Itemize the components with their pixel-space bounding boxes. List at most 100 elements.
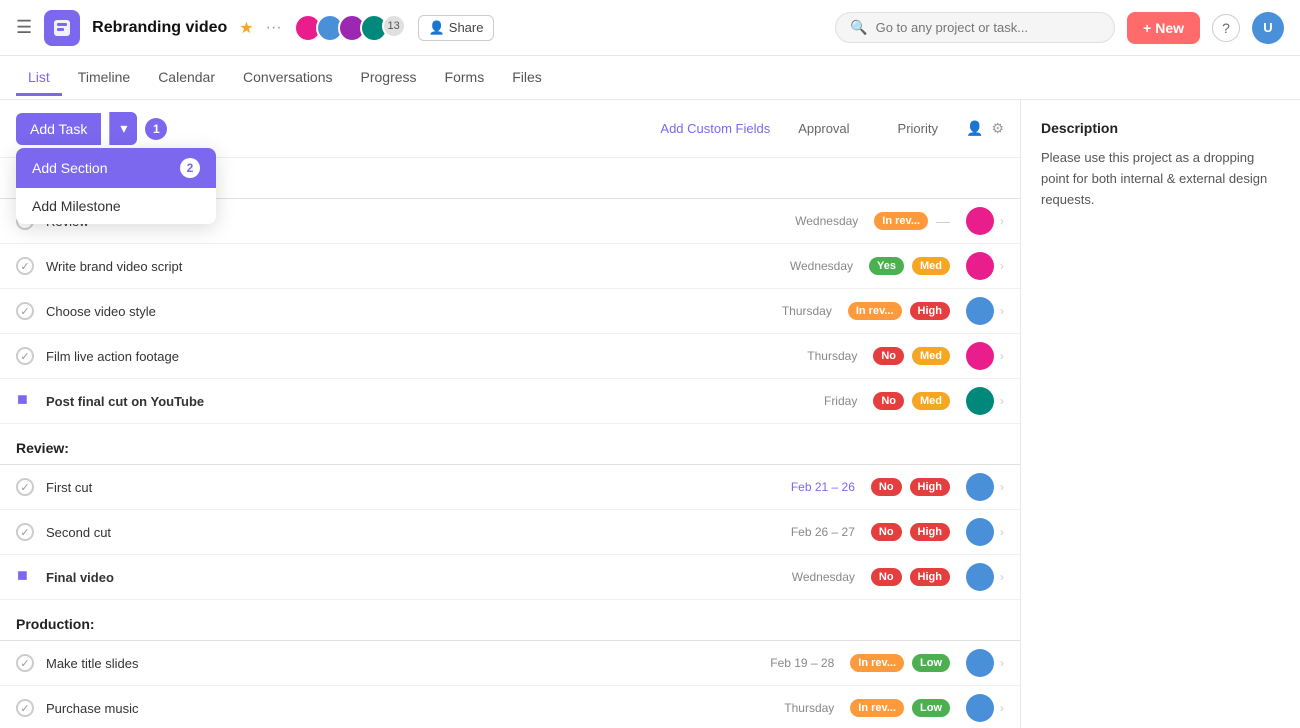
task-date: Wednesday [765,570,855,584]
table-row[interactable]: ✓ First cut Feb 21 – 26 No High › [0,465,1020,510]
avatar [966,649,994,677]
task-area: Add Task ▾ 1 Add Section 2 Add Milestone… [0,100,1020,728]
priority-badge: High [910,523,950,541]
help-button[interactable]: ? [1212,14,1240,42]
task-name: Purchase music [46,701,744,716]
milestone-diamond-icon: ◆ [12,388,39,415]
options-icon[interactable]: ⚙ [991,120,1004,137]
table-row[interactable]: ✓ Make title slides Feb 19 – 28 In rev..… [0,641,1020,686]
col-approval-header: Approval [778,121,869,136]
add-milestone-item[interactable]: Add Milestone [16,188,216,224]
add-task-dropdown-button[interactable]: ▾ [109,112,137,145]
chevron-right-icon[interactable]: › [1000,701,1004,715]
task-date: Feb 21 – 26 [765,480,855,494]
add-section-item[interactable]: Add Section 2 [16,148,216,188]
tab-forms[interactable]: Forms [433,61,497,96]
approval-badge: In rev... [874,212,928,230]
chevron-right-icon[interactable]: › [1000,304,1004,318]
priority-badge: High [910,568,950,586]
avatar [966,342,994,370]
chevron-right-icon[interactable]: › [1000,570,1004,584]
avatar [966,387,994,415]
task-name: Choose video style [46,304,742,319]
task-date: Wednesday [768,214,858,228]
priority-badge: Low [912,699,950,717]
table-row[interactable]: ✓ Choose video style Thursday In rev... … [0,289,1020,334]
table-row[interactable]: ✓ Film live action footage Thursday No M… [0,334,1020,379]
assignee-icon[interactable]: 👤 [966,120,983,137]
avatar [966,694,994,722]
priority-badge: Med [912,257,950,275]
task-check[interactable]: ✓ [16,257,34,275]
task-name: First cut [46,480,765,495]
task-check[interactable]: ✓ [16,523,34,541]
table-row[interactable]: ✓ Second cut Feb 26 – 27 No High › [0,510,1020,555]
task-name: Post final cut on YouTube [46,394,767,409]
chevron-right-icon[interactable]: › [1000,349,1004,363]
add-task-button[interactable]: Add Task [16,113,101,145]
avatar [966,518,994,546]
priority-dash: — [936,213,950,229]
sub-nav: List Timeline Calendar Conversations Pro… [0,56,1300,100]
chevron-right-icon[interactable]: › [1000,480,1004,494]
task-name: Final video [46,570,765,585]
avatar [966,297,994,325]
task-check[interactable]: ✓ [16,302,34,320]
task-date: Thursday [742,304,832,318]
task-name: Write brand video script [46,259,763,274]
task-count-badge: 1 [145,118,167,140]
approval-badge: No [871,523,902,541]
toolbar: Add Task ▾ 1 Add Section 2 Add Milestone… [0,100,1020,158]
task-name: Film live action footage [46,349,767,364]
tab-calendar[interactable]: Calendar [146,61,227,96]
tab-list[interactable]: List [16,61,62,96]
avatar-group: 13 [294,14,406,42]
approval-badge: No [871,478,902,496]
section-production: Production: [0,600,1020,641]
table-row[interactable]: ◆ Post final cut on YouTube Friday No Me… [0,379,1020,424]
share-icon: 👤 [429,20,445,36]
chevron-right-icon[interactable]: › [1000,394,1004,408]
table-row[interactable]: ✓ Purchase music Thursday In rev... Low … [0,686,1020,728]
tab-conversations[interactable]: Conversations [231,61,345,96]
tab-files[interactable]: Files [500,61,554,96]
task-date: Friday [767,394,857,408]
chevron-right-icon[interactable]: › [1000,259,1004,273]
search-input[interactable] [876,20,1101,35]
task-check[interactable]: ✓ [16,699,34,717]
search-icon: 🔍 [850,19,867,36]
approval-badge: No [873,392,904,410]
chevron-right-icon[interactable]: › [1000,656,1004,670]
more-icon[interactable]: ··· [266,19,282,37]
task-date: Feb 19 – 28 [744,656,834,670]
priority-badge: Med [912,347,950,365]
milestone-diamond-icon: ◆ [12,564,39,591]
star-icon[interactable]: ★ [239,18,253,38]
search-bar[interactable]: 🔍 [835,12,1115,43]
tab-timeline[interactable]: Timeline [66,61,142,96]
avatar-count: 13 [382,14,406,38]
table-row[interactable]: ◆ Final video Wednesday No High › [0,555,1020,600]
tab-progress[interactable]: Progress [349,61,429,96]
task-check[interactable]: ✓ [16,654,34,672]
chevron-right-icon[interactable]: › [1000,214,1004,228]
approval-badge: In rev... [848,302,902,320]
task-check[interactable]: ✓ [16,478,34,496]
user-avatar[interactable]: U [1252,12,1284,44]
table-row[interactable]: ✓ Write brand video script Wednesday Yes… [0,244,1020,289]
priority-badge: High [910,478,950,496]
add-custom-fields-link[interactable]: Add Custom Fields [660,121,770,136]
avatar [966,473,994,501]
approval-badge: Yes [869,257,904,275]
menu-icon[interactable]: ☰ [16,17,32,38]
project-title: Rebranding video [92,19,227,37]
new-button[interactable]: + New [1127,12,1200,44]
col-priority-header: Priority [878,121,958,136]
chevron-right-icon[interactable]: › [1000,525,1004,539]
task-check[interactable]: ✓ [16,347,34,365]
share-button[interactable]: 👤 Share [418,15,495,41]
app-logo [44,10,80,46]
avatar [966,252,994,280]
task-name: Make title slides [46,656,744,671]
panel-title: Description [1041,120,1280,136]
